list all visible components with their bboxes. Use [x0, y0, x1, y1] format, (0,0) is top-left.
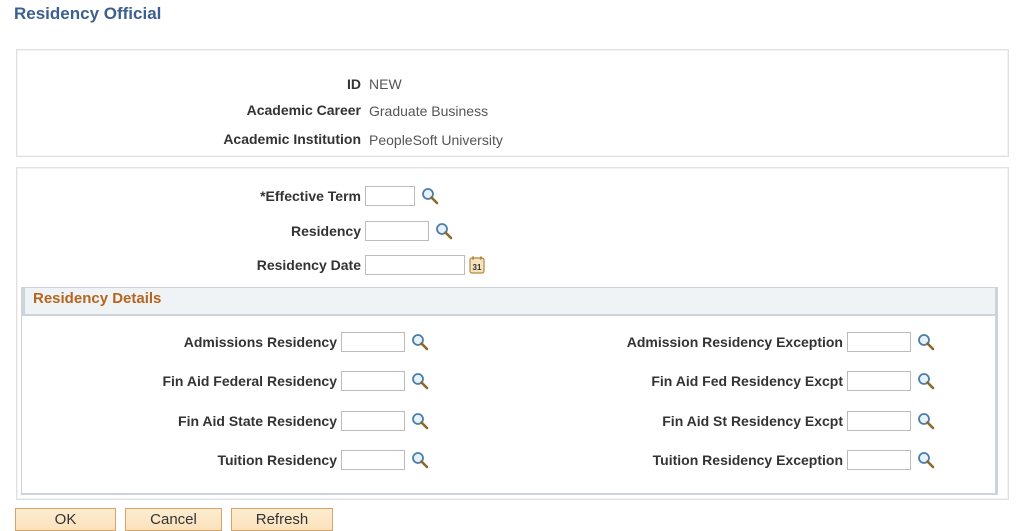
- tuition-residency-exception-label: Tuition Residency Exception: [652, 452, 843, 468]
- fin-aid-federal-residency-label-wrap: Fin Aid Federal Residency: [0, 370, 337, 392]
- cancel-button[interactable]: Cancel: [125, 508, 222, 531]
- academic-career-label: Academic Career: [246, 102, 361, 118]
- tuition-residency-label-wrap: Tuition Residency: [0, 449, 337, 471]
- fin-aid-fed-residency-excpt-field: [843, 370, 935, 392]
- admission-residency-exception-label-wrap: Admission Residency Exception: [500, 331, 843, 353]
- admissions-residency-label-wrap: Admissions Residency: [0, 331, 337, 353]
- tuition-residency-exception-field: [843, 449, 935, 471]
- residency-date-field: 31: [361, 254, 485, 276]
- lookup-icon[interactable]: [435, 222, 453, 240]
- id-label: ID: [347, 76, 361, 92]
- tuition-residency-input[interactable]: [341, 450, 405, 470]
- page-title: Residency Official: [14, 4, 162, 23]
- admission-residency-exception-field: [843, 331, 935, 353]
- admissions-residency-label: Admissions Residency: [183, 334, 337, 350]
- effective-term-label: *Effective Term: [260, 188, 361, 204]
- ok-button[interactable]: OK: [15, 508, 116, 531]
- residency-date-input[interactable]: [365, 255, 465, 275]
- fin-aid-fed-residency-excpt-label-wrap: Fin Aid Fed Residency Excpt: [500, 370, 843, 392]
- lookup-icon[interactable]: [917, 333, 935, 351]
- lookup-icon[interactable]: [917, 372, 935, 390]
- residency-field: [361, 220, 453, 242]
- lookup-icon[interactable]: [411, 451, 429, 469]
- fin-aid-state-residency-input[interactable]: [341, 411, 405, 431]
- fin-aid-st-residency-excpt-label-wrap: Fin Aid St Residency Excpt: [500, 410, 843, 432]
- residency-details-title: Residency Details: [33, 290, 162, 307]
- fin-aid-st-residency-excpt-input[interactable]: [847, 411, 911, 431]
- tuition-residency-field: [337, 449, 429, 471]
- fin-aid-federal-residency-label: Fin Aid Federal Residency: [162, 373, 337, 389]
- lookup-icon[interactable]: [411, 333, 429, 351]
- fin-aid-state-residency-field: [337, 410, 429, 432]
- header-row-career: Academic Career: [0, 99, 361, 121]
- residency-details-header: Residency Details: [22, 288, 995, 316]
- effective-term-label-wrap: *Effective Term: [0, 185, 361, 207]
- residency-input[interactable]: [365, 221, 429, 241]
- fin-aid-st-residency-excpt-field: [843, 410, 935, 432]
- lookup-icon[interactable]: [411, 372, 429, 390]
- admission-residency-exception-input[interactable]: [847, 332, 911, 352]
- id-value: NEW: [369, 76, 402, 92]
- residency-date-label: Residency Date: [256, 257, 361, 273]
- fin-aid-federal-residency-field: [337, 370, 429, 392]
- header-row-id: ID: [0, 73, 361, 95]
- svg-text:31: 31: [473, 263, 482, 272]
- residency-date-label-wrap: Residency Date: [0, 254, 361, 276]
- lookup-icon[interactable]: [917, 451, 935, 469]
- lookup-icon[interactable]: [421, 187, 439, 205]
- refresh-button[interactable]: Refresh: [231, 508, 333, 531]
- admissions-residency-field: [337, 331, 429, 353]
- academic-institution-label: Academic Institution: [223, 131, 361, 147]
- fin-aid-federal-residency-input[interactable]: [341, 371, 405, 391]
- fin-aid-state-residency-label: Fin Aid State Residency: [178, 413, 337, 429]
- tuition-residency-exception-input[interactable]: [847, 450, 911, 470]
- lookup-icon[interactable]: [411, 412, 429, 430]
- effective-term-field: [361, 185, 439, 207]
- fin-aid-st-residency-excpt-label: Fin Aid St Residency Excpt: [662, 413, 843, 429]
- residency-label: Residency: [290, 223, 361, 239]
- admission-residency-exception-label: Admission Residency Exception: [626, 334, 843, 350]
- fin-aid-fed-residency-excpt-input[interactable]: [847, 371, 911, 391]
- admissions-residency-input[interactable]: [341, 332, 405, 352]
- header-row-institution: Academic Institution: [0, 128, 361, 150]
- academic-career-value: Graduate Business: [369, 103, 489, 119]
- tuition-residency-label: Tuition Residency: [217, 452, 337, 468]
- lookup-icon[interactable]: [917, 412, 935, 430]
- fin-aid-state-residency-label-wrap: Fin Aid State Residency: [0, 410, 337, 432]
- academic-institution-value: PeopleSoft University: [369, 132, 503, 148]
- calendar-icon[interactable]: 31: [469, 256, 485, 274]
- fin-aid-fed-residency-excpt-label: Fin Aid Fed Residency Excpt: [651, 373, 843, 389]
- effective-term-input[interactable]: [365, 186, 415, 206]
- residency-label-wrap: Residency: [0, 220, 361, 242]
- tuition-residency-exception-label-wrap: Tuition Residency Exception: [500, 449, 843, 471]
